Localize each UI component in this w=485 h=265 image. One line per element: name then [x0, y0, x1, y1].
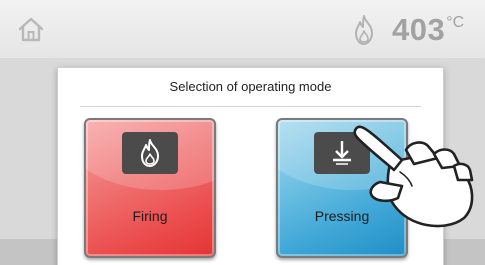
firing-button-label: Firing: [132, 208, 168, 224]
temperature-value: 403: [392, 12, 446, 47]
temperature-readout: 403 °C: [392, 8, 464, 52]
dialog-divider: [80, 106, 421, 107]
temperature-unit: °C: [446, 14, 465, 31]
operating-mode-screen: 403 °C Selection of operating mode Firin…: [0, 0, 485, 265]
firing-mode-button[interactable]: Firing: [84, 118, 216, 258]
status-bar: 403 °C: [0, 0, 485, 59]
operating-mode-dialog: Selection of operating mode Firing Press…: [57, 67, 444, 265]
pressing-button-label: Pressing: [314, 208, 370, 224]
home-icon[interactable]: [17, 15, 45, 43]
dialog-title: Selection of operating mode: [169, 79, 332, 94]
pressing-mode-button[interactable]: Pressing: [276, 118, 408, 258]
temperature-flame-icon: [351, 14, 377, 46]
press-down-icon: [314, 132, 370, 174]
flame-icon: [122, 132, 178, 174]
